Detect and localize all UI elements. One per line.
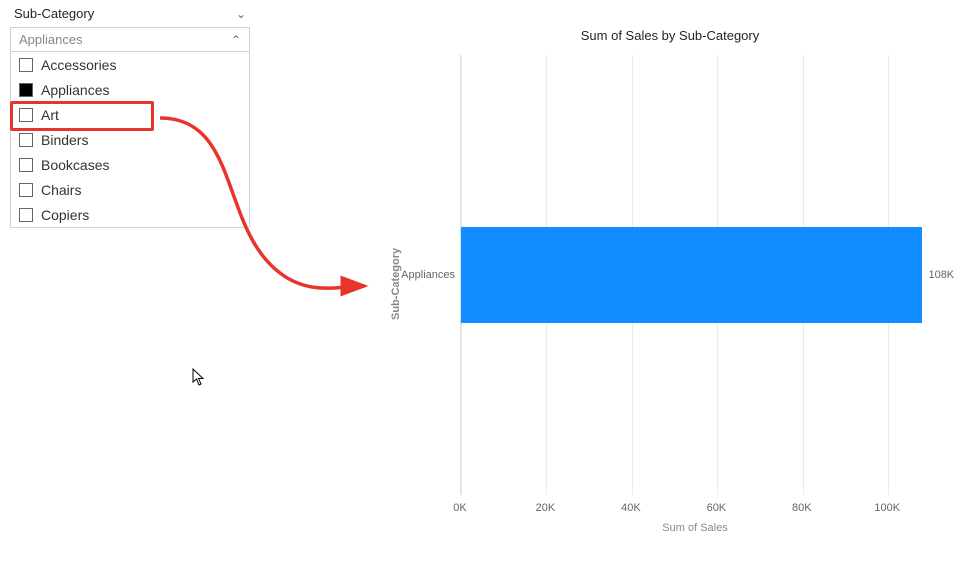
y-category-label: Appliances xyxy=(401,269,455,281)
slicer-option-list: Accessories Appliances Art Binders Bookcases… xyxy=(10,52,250,228)
x-axis: Sum of Sales 0K20K40K60K80K100K xyxy=(460,500,930,540)
slicer-item[interactable]: Copiers xyxy=(11,202,249,227)
checkbox-icon[interactable] xyxy=(19,83,33,97)
slicer-item[interactable]: Chairs xyxy=(11,177,249,202)
slicer-item-label: Copiers xyxy=(41,207,89,223)
slicer-title: Sub-Category xyxy=(14,6,94,21)
slicer-item-label: Appliances xyxy=(41,82,110,98)
slicer-item[interactable]: Bookcases xyxy=(11,152,249,177)
slicer-header[interactable]: Sub-Category ⌄ xyxy=(10,4,250,27)
bar[interactable] xyxy=(461,227,922,323)
slicer-item-label: Chairs xyxy=(41,182,81,198)
slicer-item[interactable]: Binders xyxy=(11,127,249,152)
plot-area: 108KAppliances xyxy=(460,55,930,495)
slicer-item-label: Bookcases xyxy=(41,157,109,173)
sales-bar-chart: Sum of Sales by Sub-Category Sub-Categor… xyxy=(380,0,960,560)
x-tick-label: 80K xyxy=(792,502,812,514)
x-tick-label: 60K xyxy=(707,502,727,514)
checkbox-icon[interactable] xyxy=(19,158,33,172)
slicer-item[interactable]: Appliances xyxy=(11,77,249,102)
x-tick-label: 20K xyxy=(536,502,556,514)
slicer-item-label: Binders xyxy=(41,132,88,148)
checkbox-icon[interactable] xyxy=(19,183,33,197)
checkbox-icon[interactable] xyxy=(19,58,33,72)
checkbox-icon[interactable] xyxy=(19,208,33,222)
slicer-search-row[interactable]: Appliances ⌃ xyxy=(10,27,250,52)
x-tick-label: 0K xyxy=(453,502,466,514)
checkbox-icon[interactable] xyxy=(19,133,33,147)
slicer-selected-text: Appliances xyxy=(19,32,83,47)
chevron-down-icon: ⌄ xyxy=(236,7,246,21)
x-tick-label: 40K xyxy=(621,502,641,514)
x-tick-label: 100K xyxy=(874,502,900,514)
slicer-item[interactable]: Accessories xyxy=(11,52,249,77)
chart-title: Sum of Sales by Sub-Category xyxy=(380,28,960,43)
x-axis-title: Sum of Sales xyxy=(662,522,727,534)
chevron-up-icon: ⌃ xyxy=(231,33,241,47)
slicer-item-label: Art xyxy=(41,107,59,123)
subcategory-slicer: Sub-Category ⌄ Appliances ⌃ AccessoriesA… xyxy=(10,4,250,228)
bar-value-label: 108K xyxy=(928,269,954,281)
checkbox-icon[interactable] xyxy=(19,108,33,122)
mouse-cursor-icon xyxy=(192,368,208,391)
slicer-item[interactable]: Art xyxy=(11,102,249,127)
slicer-item-label: Accessories xyxy=(41,57,116,73)
y-axis-title: Sub-Category xyxy=(390,248,402,320)
